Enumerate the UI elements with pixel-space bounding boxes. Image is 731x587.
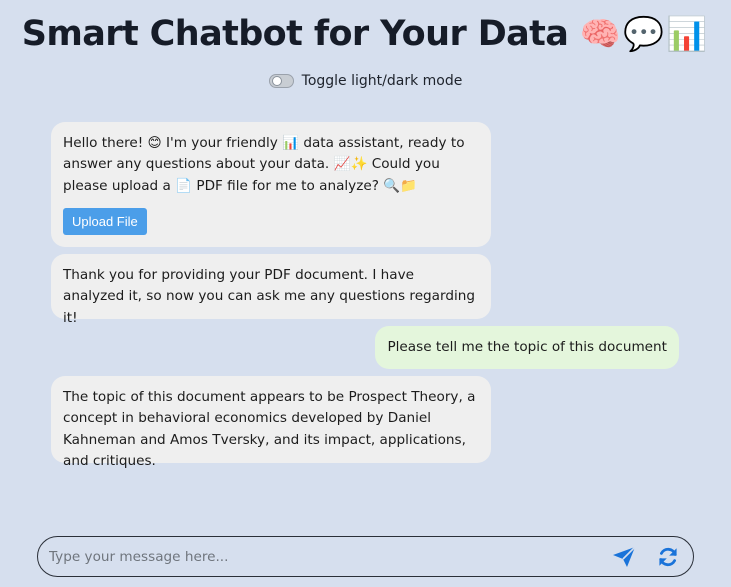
page-title: Smart Chatbot for Your Data 🧠💬📊 <box>0 14 731 54</box>
toggle-knob <box>271 76 282 86</box>
message-text: Please tell me the topic of this documen… <box>387 339 667 355</box>
theme-toggle-row: Toggle light/dark mode <box>0 73 731 89</box>
send-icon <box>613 545 636 567</box>
bot-message: Hello there! 😊 I'm your friendly 📊 data … <box>51 122 491 247</box>
send-button[interactable] <box>609 542 639 572</box>
message-composer <box>37 536 694 577</box>
upload-file-button[interactable]: Upload File <box>63 208 147 236</box>
user-message: Please tell me the topic of this documen… <box>375 326 679 369</box>
bot-message: The topic of this document appears to be… <box>51 376 491 469</box>
chat-page: Smart Chatbot for Your Data 🧠💬📊 Toggle l… <box>0 0 731 587</box>
bot-message: Thank you for providing your PDF documen… <box>51 254 491 326</box>
message-text: Thank you for providing your PDF documen… <box>63 267 476 326</box>
theme-toggle-switch[interactable] <box>268 74 294 88</box>
title-emojis: 🧠💬📊 <box>579 14 710 53</box>
refresh-icon <box>659 547 677 566</box>
message-text: The topic of this document appears to be… <box>63 389 476 470</box>
theme-toggle-label: Toggle light/dark mode <box>301 73 463 89</box>
refresh-button[interactable] <box>653 542 683 572</box>
message-text: Hello there! 😊 I'm your friendly 📊 data … <box>63 135 465 194</box>
page-title-text: Smart Chatbot for Your Data <box>21 14 569 54</box>
message-input[interactable] <box>49 548 609 565</box>
